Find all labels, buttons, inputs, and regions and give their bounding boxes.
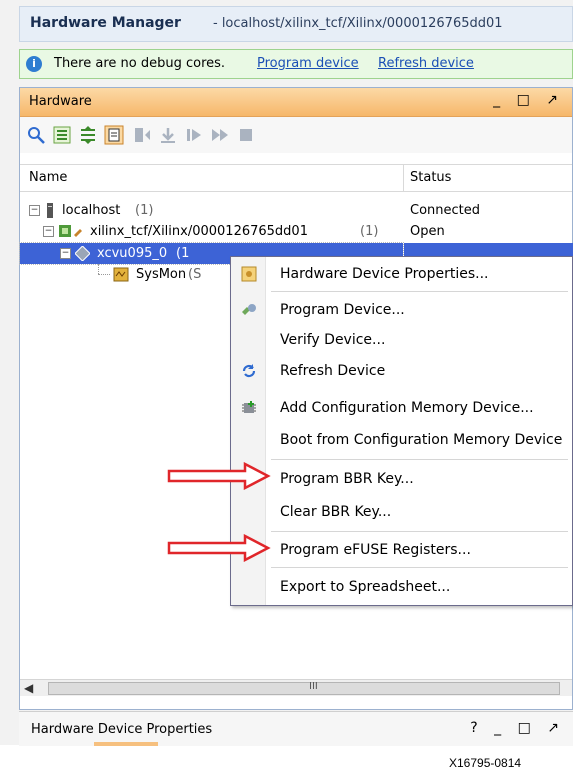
menu-item-label: Program Device...: [280, 302, 405, 318]
menu-item-program-bbr-key[interactable]: Program BBR Key...: [231, 464, 572, 494]
info-banner: i There are no debug cores. Program devi…: [19, 49, 573, 79]
tree-row-xilinx-tcf[interactable]: − xilinx_tcf/Xilinx/0000126765dd01 (1) O…: [20, 221, 572, 242]
row-count: (1): [135, 203, 154, 218]
menu-item-boot-from-configuration-memory-device[interactable]: Boot from Configuration Memory Device: [231, 425, 572, 455]
tree-line: [98, 274, 110, 275]
collapse-toggle[interactable]: −: [60, 248, 71, 259]
banner-message: There are no debug cores.: [54, 56, 226, 71]
info-icon: i: [26, 56, 42, 72]
scroll-left-icon[interactable]: ◀: [24, 681, 33, 695]
hardware-device-properties-panel: Hardware Device Properties ? _ □ ↗: [19, 711, 573, 746]
row-status: Open: [410, 224, 445, 239]
tree-row-localhost[interactable]: − localhost (1) Connected: [20, 200, 572, 221]
menu-item-verify-device[interactable]: Verify Device...: [231, 325, 572, 355]
row-count: (S: [188, 267, 202, 282]
menu-separator: [271, 531, 568, 532]
run-trigger-icon[interactable]: [184, 125, 204, 145]
auto-connect-icon[interactable]: [104, 125, 124, 145]
scrollbar-grip: III: [309, 681, 318, 692]
jtag-cable-icon: [59, 225, 82, 237]
properties-panel-title: Hardware Device Properties: [31, 722, 213, 737]
menu-item-add-configuration-memory-device[interactable]: Add Configuration Memory Device...: [231, 393, 572, 423]
context-menu: Hardware Device Properties... Program De…: [230, 256, 573, 606]
hardware-manager-title-bar: Hardware Manager - localhost/xilinx_tcf/…: [19, 6, 573, 42]
menu-item-label: Verify Device...: [280, 332, 386, 348]
menu-item-hardware-device-properties[interactable]: Hardware Device Properties...: [231, 259, 572, 289]
row-name: SysMon: [136, 267, 187, 282]
menu-item-label: Program eFUSE Registers...: [280, 542, 471, 558]
server-icon: [47, 203, 53, 218]
run-immediate-icon[interactable]: [210, 125, 230, 145]
annotation-arrow-bbr: [167, 462, 271, 490]
tree-column-header: Name Status: [20, 164, 572, 192]
menu-item-export-to-spreadsheet[interactable]: Export to Spreadsheet...: [231, 572, 572, 602]
collapse-all-icon[interactable]: [52, 125, 72, 145]
collapse-toggle[interactable]: −: [43, 226, 54, 237]
window-title: Hardware Manager: [30, 15, 181, 31]
row-count: (1: [176, 246, 190, 261]
scrollbar-thumb[interactable]: III: [48, 681, 560, 695]
refresh-device-link[interactable]: Refresh device: [378, 56, 474, 71]
menu-item-label: Boot from Configuration Memory Device: [280, 432, 563, 448]
fpga-device-icon: [75, 246, 90, 261]
hardware-toolbar: [20, 117, 572, 153]
refresh-icon: [242, 364, 256, 378]
menu-item-label: Clear BBR Key...: [280, 504, 392, 520]
hardware-panel-title: Hardware: [29, 94, 92, 109]
properties-icon: [241, 266, 257, 282]
annotation-arrow-efuse: [167, 534, 271, 562]
expand-all-icon[interactable]: [78, 125, 98, 145]
add-memory-icon: [242, 401, 256, 413]
sysmon-icon: [113, 267, 129, 282]
column-separator[interactable]: [403, 165, 404, 191]
menu-item-label: Program BBR Key...: [280, 471, 414, 487]
column-name[interactable]: Name: [29, 170, 67, 185]
row-count: (1): [360, 224, 379, 239]
download-icon[interactable]: [158, 125, 178, 145]
menu-item-clear-bbr-key[interactable]: Clear BBR Key...: [231, 497, 572, 527]
figure-id: X16795-0814: [449, 756, 522, 770]
row-name: xilinx_tcf/Xilinx/0000126765dd01: [90, 224, 308, 239]
menu-separator: [271, 459, 568, 460]
panel-window-buttons[interactable]: _ □ ↗: [493, 92, 564, 108]
row-name: localhost: [62, 203, 121, 218]
menu-item-label: Refresh Device: [280, 363, 386, 379]
program-icon: [242, 304, 256, 315]
column-status[interactable]: Status: [410, 170, 451, 185]
search-icon[interactable]: [26, 125, 46, 145]
menu-separator: [271, 567, 568, 568]
menu-item-refresh-device[interactable]: Refresh Device: [231, 356, 572, 386]
tree-line: [98, 264, 100, 274]
menu-item-program-efuse-registers[interactable]: Program eFUSE Registers...: [231, 535, 572, 565]
row-status: Connected: [410, 203, 481, 218]
program-device-link[interactable]: Program device: [257, 56, 359, 71]
menu-item-label: Hardware Device Properties...: [280, 266, 489, 282]
horizontal-scrollbar[interactable]: ◀ III: [20, 679, 572, 696]
collapse-toggle[interactable]: −: [29, 205, 40, 216]
menu-item-program-device[interactable]: Program Device...: [231, 295, 572, 325]
menu-item-label: Export to Spreadsheet...: [280, 579, 451, 595]
properties-window-buttons[interactable]: ? _ □ ↗: [470, 720, 565, 736]
program-toolbar-icon[interactable]: [132, 125, 152, 145]
properties-tab-indicator[interactable]: [94, 742, 158, 746]
row-name: xcvu095_0: [97, 246, 168, 261]
stop-icon[interactable]: [236, 125, 256, 145]
menu-item-label: Add Configuration Memory Device...: [280, 400, 534, 416]
menu-separator: [271, 291, 568, 292]
hardware-panel-header: Hardware _ □ ↗: [20, 88, 572, 117]
window-subtitle: - localhost/xilinx_tcf/Xilinx/0000126765…: [213, 16, 503, 31]
